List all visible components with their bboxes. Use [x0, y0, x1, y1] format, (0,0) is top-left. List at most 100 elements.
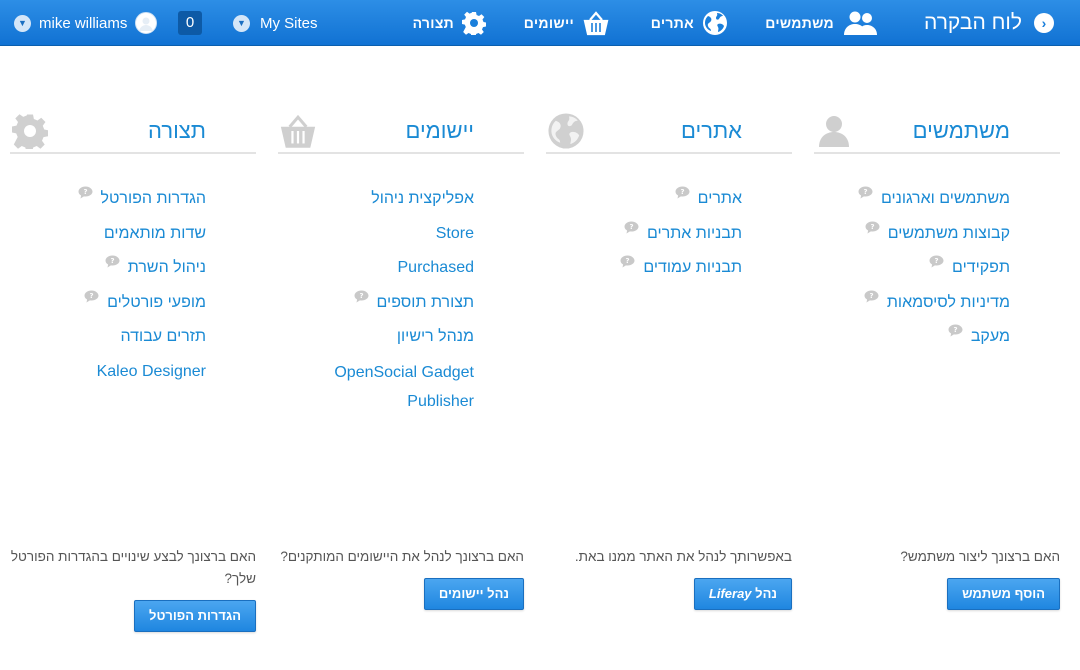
help-bubble-icon[interactable]: ? [675, 178, 690, 199]
help-bubble-icon[interactable]: ? [864, 282, 879, 302]
nav-configuration[interactable]: תצורה [413, 0, 486, 46]
help-bubble-icon[interactable]: ? [354, 282, 369, 302]
list-item: הגדרות הפורטל? [10, 182, 206, 217]
users-section: משתמשים משתמשים וארגונים? קבוצות משתמשים… [814, 110, 1060, 650]
liferay-brand: Liferay [708, 586, 752, 601]
link-workflow[interactable]: תזרים עבודה [121, 328, 206, 345]
apps-section-title: יישומים [405, 118, 474, 143]
manage-liferay-button[interactable]: נהל Liferay [693, 578, 792, 610]
link-opensocial-gadget-publisher[interactable]: OpenSocial Gadget Publisher [334, 364, 474, 410]
help-bubble-icon[interactable]: ? [84, 282, 99, 302]
list-item: מעקב? [814, 320, 1010, 355]
users-links: משתמשים וארגונים? קבוצות משתמשים? תפקידי… [814, 182, 1060, 355]
link-password-policies[interactable]: מדיניות לסיסמאות [887, 294, 1010, 311]
help-bubble-icon[interactable]: ? [865, 213, 880, 233]
help-bubble-icon[interactable]: ? [105, 247, 120, 268]
users-section-header: משתמשים [814, 110, 1060, 154]
list-item: מדיניות לסיסמאות? [814, 286, 1010, 321]
link-plugins-configuration[interactable]: תצורת תוספים [377, 294, 475, 311]
help-bubble-icon[interactable]: ? [624, 213, 639, 233]
configuration-section: תצורה הגדרות הפורטל? שדות מותאמים ניהול … [10, 110, 256, 650]
help-bubble-icon[interactable]: ? [948, 316, 963, 337]
sites-section: אתרים אתרים? תבניות אתרים? תבניות עמודים… [546, 110, 792, 650]
svg-text:?: ? [359, 292, 363, 300]
svg-text:?: ? [680, 188, 684, 196]
svg-text:?: ? [935, 257, 939, 265]
portal-settings-button[interactable]: הגדרות הפורטל [134, 600, 256, 632]
nav-users-label: משתמשים [765, 15, 834, 31]
link-server-administration[interactable]: ניהול השרת [128, 259, 206, 276]
link-custom-fields[interactable]: שדות מותאמים [104, 225, 206, 242]
chevron-right-icon: › [1034, 13, 1054, 33]
svg-text:?: ? [869, 292, 873, 300]
svg-text:?: ? [953, 326, 957, 334]
link-user-groups[interactable]: קבוצות משתמשים [888, 225, 1010, 242]
link-sites[interactable]: אתרים [698, 190, 742, 207]
users-icon [842, 10, 880, 36]
help-bubble-icon[interactable]: ? [78, 178, 93, 199]
configuration-prompt: האם ברצונך לבצע שינויים בהגדרות הפורטל ש… [10, 549, 256, 586]
users-prompt: האם ברצונך ליצור משתמש? [900, 549, 1060, 564]
configuration-section-title: תצורה [148, 118, 206, 143]
users-footer: האם ברצונך ליצור משתמש? הוסף משתמש [814, 546, 1060, 610]
link-license-manager[interactable]: מנהל רישיון [397, 328, 474, 345]
users-icon [814, 111, 854, 151]
manage-apps-button[interactable]: נהל יישומים [423, 578, 524, 610]
users-section-title: משתמשים [912, 118, 1010, 143]
link-roles[interactable]: תפקידים [952, 259, 1010, 276]
list-item: Purchased [278, 251, 475, 286]
user-menu[interactable]: ▼ mike williams [14, 0, 158, 46]
add-user-button[interactable]: הוסף משתמש [947, 578, 1060, 610]
manage-liferay-button-label: נהל [755, 586, 777, 601]
list-item: תצורת תוספים? [278, 286, 474, 321]
configuration-links: הגדרות הפורטל? שדות מותאמים ניהול השרת? … [10, 182, 256, 389]
my-sites-menu[interactable]: ▼ My Sites [233, 0, 318, 46]
help-bubble-icon[interactable]: ? [620, 247, 635, 268]
apps-links: אפליקצית ניהול Store Purchased תצורת תוס… [278, 182, 524, 416]
list-item: Kaleo Designer [10, 355, 206, 390]
link-users-and-organizations[interactable]: משתמשים וארגונים [881, 190, 1010, 207]
sites-prompt: באפשרותך לנהל את האתר ממנו באת. [574, 549, 792, 564]
configuration-footer: האם ברצונך לבצע שינויים בהגדרות הפורטל ש… [10, 546, 256, 632]
svg-text:?: ? [83, 188, 87, 196]
my-sites-label: My Sites [260, 14, 318, 32]
notifications-count[interactable]: 0 [178, 0, 202, 46]
user-name: mike williams [39, 14, 128, 32]
link-kaleo-designer[interactable]: Kaleo Designer [97, 363, 206, 380]
nav-users[interactable]: משתמשים [765, 0, 880, 46]
chevron-down-icon: ▼ [233, 14, 250, 32]
svg-text:?: ? [870, 223, 874, 231]
list-item: Store [278, 217, 474, 252]
link-page-templates[interactable]: תבניות עמודים [643, 259, 742, 276]
avatar [135, 12, 158, 34]
svg-text:?: ? [90, 292, 94, 300]
link-purchased[interactable]: Purchased [398, 259, 475, 276]
sites-footer: באפשרותך לנהל את האתר ממנו באת. נהל Life… [546, 546, 792, 610]
list-item: ניהול השרת? [10, 251, 206, 286]
svg-text:?: ? [110, 257, 114, 265]
sites-section-title: אתרים [681, 118, 742, 143]
link-store[interactable]: Store [436, 225, 474, 242]
list-item: מופעי פורטלים? [10, 286, 206, 321]
link-monitoring[interactable]: מעקב [971, 328, 1010, 345]
link-site-templates[interactable]: תבניות אתרים [647, 225, 742, 242]
help-bubble-icon[interactable]: ? [929, 247, 944, 268]
svg-text:?: ? [629, 223, 633, 231]
basket-icon [278, 111, 318, 151]
link-app-manager[interactable]: אפליקצית ניהול [371, 190, 474, 207]
nav-configuration-label: תצורה [412, 15, 454, 31]
control-panel-title-link[interactable]: › לוח הבקרה [924, 0, 1054, 46]
control-panel-title: לוח הבקרה [924, 11, 1022, 34]
notification-badge: 0 [178, 11, 202, 35]
help-bubble-icon[interactable]: ? [858, 178, 873, 199]
apps-footer: האם ברצונך לנהל את היישומים המותקנים? נה… [278, 546, 524, 610]
nav-sites[interactable]: אתרים [651, 0, 728, 46]
list-item: תזרים עבודה [10, 320, 206, 355]
globe-icon [702, 10, 728, 36]
globe-icon [546, 111, 586, 151]
svg-text:?: ? [863, 188, 867, 196]
link-portal-settings[interactable]: הגדרות הפורטל [101, 190, 207, 207]
nav-apps[interactable]: יישומים [524, 0, 610, 46]
list-item: תבניות אתרים? [546, 217, 742, 252]
link-portal-instances[interactable]: מופעי פורטלים [107, 294, 206, 311]
